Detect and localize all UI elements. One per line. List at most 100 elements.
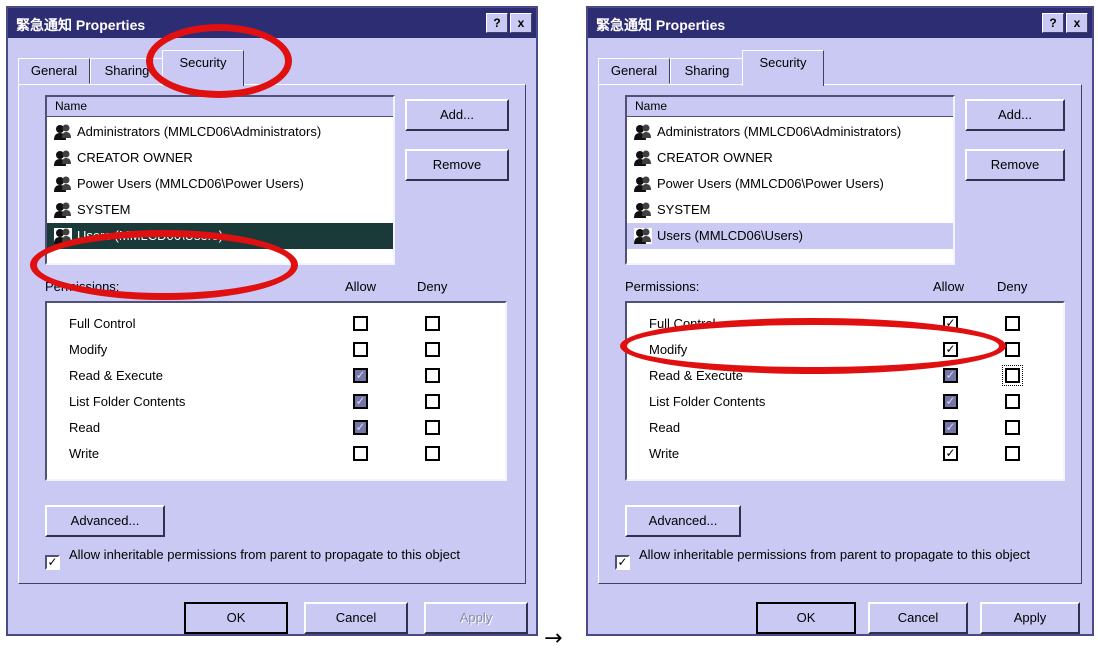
- apply-button[interactable]: Apply: [424, 602, 528, 634]
- allow-checkbox-read-execute[interactable]: ✓: [943, 368, 958, 383]
- cancel-button[interactable]: Cancel: [868, 602, 968, 634]
- name-column-header[interactable]: Name: [627, 97, 953, 117]
- tab-sharing[interactable]: Sharing: [670, 58, 744, 84]
- user-row-power-users[interactable]: Power Users (MMLCD06\Power Users): [627, 171, 953, 197]
- deny-checkbox-modify[interactable]: [1005, 342, 1020, 357]
- apply-button[interactable]: Apply: [980, 602, 1080, 634]
- user-row-administrators[interactable]: Administrators (MMLCD06\Administrators): [47, 119, 393, 145]
- inherit-permissions-checkbox[interactable]: ✓: [45, 555, 60, 570]
- tab-sharing[interactable]: Sharing: [90, 58, 164, 84]
- users-group-icon: [54, 150, 72, 166]
- title-bar: 緊急通知 Properties ? x: [8, 8, 536, 38]
- user-row-administrators[interactable]: Administrators (MMLCD06\Administrators): [627, 119, 953, 145]
- add-button[interactable]: Add...: [965, 99, 1065, 131]
- deny-checkbox-full-control[interactable]: [1005, 316, 1020, 331]
- properties-dialog-after: 緊急通知 Properties ? x General Sharing Secu…: [586, 6, 1094, 636]
- close-button[interactable]: x: [510, 13, 532, 33]
- allow-checkbox-list-folder[interactable]: ✓: [353, 394, 368, 409]
- permission-row: List Folder Contents ✓: [47, 389, 505, 415]
- allow-checkbox-read-execute[interactable]: ✓: [353, 368, 368, 383]
- users-group-icon: [634, 150, 652, 166]
- users-group-icon: [634, 202, 652, 218]
- remove-button[interactable]: Remove: [405, 149, 509, 181]
- permissions-list: Full Control ✓ Modify ✓ Read & Execute ✓…: [625, 301, 1065, 481]
- close-button[interactable]: x: [1066, 13, 1088, 33]
- permissions-label: Permissions:: [625, 279, 700, 294]
- deny-header: Deny: [997, 279, 1028, 294]
- user-list[interactable]: Name Administrators (MMLCD06\Administrat…: [625, 95, 955, 265]
- users-group-icon: [54, 202, 72, 218]
- security-panel: Name Administrators (MMLCD06\Administrat…: [598, 84, 1082, 584]
- deny-checkbox-read-execute[interactable]: [1002, 365, 1023, 386]
- cancel-button[interactable]: Cancel: [304, 602, 408, 634]
- allow-checkbox-full-control[interactable]: [353, 316, 368, 331]
- users-group-icon: [634, 228, 652, 244]
- allow-checkbox-modify[interactable]: [353, 342, 368, 357]
- ok-button[interactable]: OK: [756, 602, 856, 634]
- name-column-header[interactable]: Name: [47, 97, 393, 117]
- permissions-list: Full Control Modify Read & Execute ✓ Lis…: [45, 301, 507, 481]
- user-row-creator-owner[interactable]: CREATOR OWNER: [47, 145, 393, 171]
- deny-checkbox-full-control[interactable]: [425, 316, 440, 331]
- permission-row: Modify: [47, 337, 505, 363]
- deny-header: Deny: [417, 279, 448, 294]
- permission-row: Modify ✓: [627, 337, 1063, 363]
- allow-checkbox-list-folder[interactable]: ✓: [943, 394, 958, 409]
- security-panel: Name Administrators (MMLCD06\Administrat…: [18, 84, 526, 584]
- allow-header: Allow: [933, 279, 965, 294]
- deny-checkbox-read-execute[interactable]: [425, 368, 440, 383]
- user-row-system[interactable]: SYSTEM: [627, 197, 953, 223]
- allow-checkbox-full-control[interactable]: ✓: [943, 316, 958, 331]
- users-group-icon: [634, 176, 652, 192]
- allow-checkbox-write[interactable]: ✓: [943, 446, 958, 461]
- users-group-icon: [634, 124, 652, 140]
- dialog-title: 緊急通知 Properties: [596, 17, 726, 33]
- deny-checkbox-write[interactable]: [1005, 446, 1020, 461]
- inherit-permissions-label: Allow inheritable permissions from paren…: [69, 547, 460, 562]
- user-row-creator-owner[interactable]: CREATOR OWNER: [627, 145, 953, 171]
- permission-row: Read ✓: [47, 415, 505, 441]
- allow-checkbox-read[interactable]: ✓: [943, 420, 958, 435]
- allow-checkbox-read[interactable]: ✓: [353, 420, 368, 435]
- deny-checkbox-modify[interactable]: [425, 342, 440, 357]
- permission-row: List Folder Contents ✓: [627, 389, 1063, 415]
- allow-checkbox-modify[interactable]: ✓: [943, 342, 958, 357]
- permission-row: Read & Execute ✓: [47, 363, 505, 389]
- inherit-permissions-checkbox[interactable]: ✓: [615, 555, 630, 570]
- transition-arrow: →: [544, 626, 563, 651]
- tab-security[interactable]: Security: [162, 50, 244, 86]
- permission-row: Read & Execute ✓: [627, 363, 1063, 389]
- permission-row: Full Control ✓: [627, 311, 1063, 337]
- user-row-users[interactable]: Users (MMLCD06\Users): [627, 223, 953, 249]
- tab-general[interactable]: General: [18, 58, 90, 84]
- user-list[interactable]: Name Administrators (MMLCD06\Administrat…: [45, 95, 395, 265]
- remove-button[interactable]: Remove: [965, 149, 1065, 181]
- deny-checkbox-list-folder[interactable]: [1005, 394, 1020, 409]
- ok-button[interactable]: OK: [184, 602, 288, 634]
- advanced-button[interactable]: Advanced...: [45, 505, 165, 537]
- tab-general[interactable]: General: [598, 58, 670, 84]
- help-button[interactable]: ?: [1042, 13, 1064, 33]
- permission-row: Write ✓: [627, 441, 1063, 467]
- permissions-label: Permissions:: [45, 279, 120, 294]
- permission-row: Read ✓: [627, 415, 1063, 441]
- users-group-icon: [54, 228, 72, 244]
- add-button[interactable]: Add...: [405, 99, 509, 131]
- inherit-permissions-label: Allow inheritable permissions from paren…: [639, 547, 1030, 562]
- dialog-title: 緊急通知 Properties: [16, 17, 146, 33]
- user-row-system[interactable]: SYSTEM: [47, 197, 393, 223]
- help-button[interactable]: ?: [486, 13, 508, 33]
- allow-checkbox-write[interactable]: [353, 446, 368, 461]
- title-bar: 緊急通知 Properties ? x: [588, 8, 1092, 38]
- advanced-button[interactable]: Advanced...: [625, 505, 741, 537]
- user-row-users[interactable]: Users (MMLCD06\Users): [47, 223, 393, 249]
- deny-checkbox-write[interactable]: [425, 446, 440, 461]
- properties-dialog-before: 緊急通知 Properties ? x General Sharing Secu…: [6, 6, 538, 636]
- users-group-icon: [54, 124, 72, 140]
- deny-checkbox-read[interactable]: [425, 420, 440, 435]
- user-row-power-users[interactable]: Power Users (MMLCD06\Power Users): [47, 171, 393, 197]
- allow-header: Allow: [345, 279, 377, 294]
- deny-checkbox-list-folder[interactable]: [425, 394, 440, 409]
- deny-checkbox-read[interactable]: [1005, 420, 1020, 435]
- tab-security[interactable]: Security: [742, 50, 824, 86]
